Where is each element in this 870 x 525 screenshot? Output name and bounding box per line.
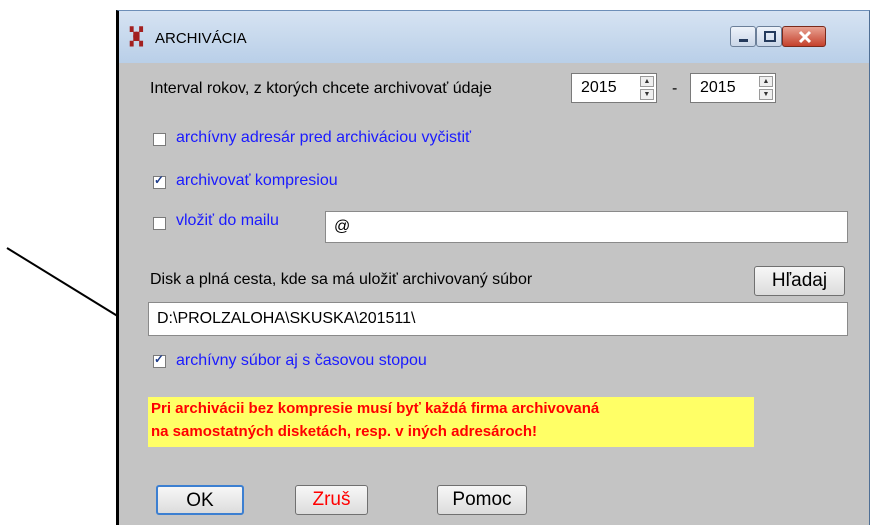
mail-label[interactable]: vložiť do mailu [176, 212, 279, 230]
dialog-content: Interval rokov, z ktorých chcete archivo… [119, 63, 869, 525]
help-button[interactable]: Pomoc [437, 485, 527, 515]
minimize-button[interactable] [730, 26, 756, 47]
path-label: Disk a plná cesta, kde sa má uložiť arch… [150, 271, 533, 288]
timestamp-label[interactable]: archívny súbor aj s časovou stopou [176, 352, 427, 370]
year-to-arrows[interactable]: ▲ ▼ [759, 76, 773, 100]
ok-button[interactable]: OK [156, 485, 244, 515]
checkmark-icon: ✓ [154, 173, 165, 187]
warning-line-2: na samostatných disketách, resp. v iných… [151, 423, 537, 440]
archive-app-icon: ▚▞ ▞▚ [130, 27, 143, 46]
year-from-up-icon[interactable]: ▲ [640, 76, 654, 87]
checkmark-icon: ✓ [154, 352, 165, 366]
mail-input[interactable]: @ [325, 211, 848, 243]
year-from-value: 2015 [581, 79, 617, 96]
close-icon [798, 30, 812, 44]
warning-message: Pri archivácii bez kompresie musí byť ka… [148, 397, 754, 447]
cancel-button[interactable]: Zruš [295, 485, 368, 515]
compress-label[interactable]: archivovať kompresiou [176, 172, 338, 190]
year-to-spinner[interactable]: 2015 ▲ ▼ [690, 73, 776, 103]
close-button[interactable] [782, 26, 826, 47]
year-from-spinner[interactable]: 2015 ▲ ▼ [571, 73, 657, 103]
archive-dialog: ▚▞ ▞▚ ARCHIVÁCIA Interval rokov, z ktorýc… [116, 10, 870, 525]
path-input[interactable]: D:\PROLZALOHA\SKUSKA\201511\ [148, 302, 848, 336]
mail-checkbox[interactable] [153, 217, 166, 230]
maximize-icon [764, 31, 776, 42]
clear-dir-checkbox[interactable] [153, 133, 166, 146]
browse-button[interactable]: Hľadaj [754, 266, 845, 296]
interval-separator: - [672, 80, 678, 97]
timestamp-checkbox[interactable]: ✓ [153, 352, 166, 368]
year-to-up-icon[interactable]: ▲ [759, 76, 773, 87]
year-from-down-icon[interactable]: ▼ [640, 89, 654, 100]
clear-dir-label[interactable]: archívny adresár pred archiváciou vyčist… [176, 129, 471, 147]
path-input-value: D:\PROLZALOHA\SKUSKA\201511\ [157, 310, 416, 327]
window-title: ARCHIVÁCIA [155, 30, 247, 47]
title-bar: ▚▞ ▞▚ ARCHIVÁCIA [119, 11, 869, 63]
compress-checkbox[interactable]: ✓ [153, 173, 166, 189]
minimize-icon [739, 39, 748, 42]
warning-line-1: Pri archivácii bez kompresie musí byť ka… [151, 400, 600, 417]
year-to-value: 2015 [700, 79, 736, 96]
maximize-button[interactable] [756, 26, 782, 47]
year-from-arrows[interactable]: ▲ ▼ [640, 76, 654, 100]
interval-label: Interval rokov, z ktorých chcete archivo… [150, 80, 492, 97]
year-to-down-icon[interactable]: ▼ [759, 89, 773, 100]
mail-input-value: @ [334, 218, 351, 235]
